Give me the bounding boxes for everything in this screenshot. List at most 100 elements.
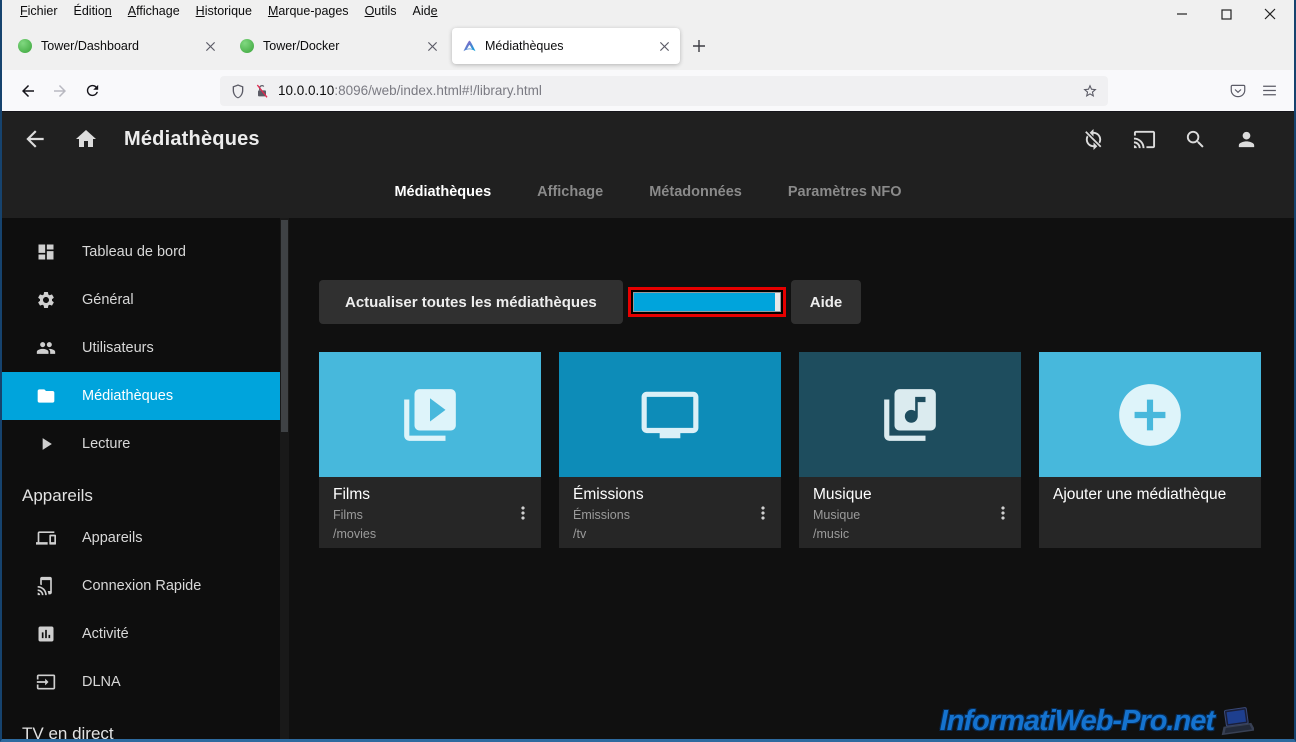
input-icon <box>36 672 58 692</box>
sidebar-item-connexion-rapide[interactable]: Connexion Rapide <box>2 562 280 610</box>
annotation-highlight-box <box>628 287 786 317</box>
minimize-button[interactable] <box>1160 0 1204 28</box>
bookmark-star-icon[interactable] <box>1082 83 1098 99</box>
url-bar[interactable]: 10.0.0.10:8096/web/index.html#!/library.… <box>220 76 1108 106</box>
watermark-text: InformatiWeb-Pro.net <box>940 705 1214 738</box>
card-subtitle: Émissions <box>573 506 767 525</box>
reload-button[interactable] <box>76 76 108 106</box>
menu-marque-pages[interactable]: Marque-pages <box>260 2 357 20</box>
sidebar-item-utilisateurs[interactable]: Utilisateurs <box>2 324 280 372</box>
maximize-button[interactable] <box>1204 0 1248 28</box>
card-image[interactable] <box>1039 352 1261 477</box>
search-button[interactable] <box>1184 128 1207 151</box>
card-footer: Ajouter une médiathèque <box>1039 477 1261 548</box>
menu-affichage[interactable]: Affichage <box>120 2 188 20</box>
menu-fichier[interactable]: Fichier <box>12 2 66 20</box>
gear-icon <box>36 290 58 310</box>
menu-historique[interactable]: Historique <box>188 2 260 20</box>
shield-icon[interactable] <box>230 83 246 99</box>
card-menu-button[interactable] <box>993 503 1013 523</box>
insecure-lock-icon[interactable] <box>254 83 270 99</box>
appbar-actions <box>1082 128 1274 151</box>
card-menu-button[interactable] <box>513 503 533 523</box>
sidebar-item-tableau-de-bord[interactable]: Tableau de bord <box>2 228 280 276</box>
card-image[interactable] <box>799 352 1021 477</box>
tab-mediatheques[interactable]: Médiathèques <box>452 28 680 64</box>
devices-icon <box>36 528 58 548</box>
close-window-button[interactable] <box>1248 0 1292 28</box>
refresh-all-libraries-button[interactable]: Actualiser toutes les médiathèques <box>319 280 623 324</box>
tab-affichage[interactable]: Affichage <box>537 184 603 200</box>
page-title: Médiathèques <box>124 128 260 151</box>
card-image[interactable] <box>319 352 541 477</box>
sidebar-item-lecture[interactable]: Lecture <box>2 420 280 468</box>
dashboard-icon <box>36 242 58 262</box>
users-icon <box>36 338 58 358</box>
browser-window: Fichier Édition Affichage Historique Mar… <box>0 0 1296 742</box>
sync-disabled-icon <box>1082 128 1105 151</box>
tv-icon <box>639 384 701 446</box>
syncplay-button[interactable] <box>1082 128 1105 151</box>
tab-close-button[interactable] <box>427 41 438 52</box>
menu-outils[interactable]: Outils <box>357 2 405 20</box>
back-icon <box>19 82 37 100</box>
tab-close-button[interactable] <box>659 41 670 52</box>
video-library-icon <box>399 384 461 446</box>
green-dot-favicon <box>18 39 32 53</box>
sidebar-item-label: Activité <box>82 626 129 642</box>
library-card-musique[interactable]: Musique Musique /music <box>799 352 1021 548</box>
sidebar-item-activite[interactable]: Activité <box>2 610 280 658</box>
actions-row: Actualiser toutes les médiathèques Aide <box>319 280 1294 324</box>
tab-parametres-nfo[interactable]: Paramètres NFO <box>788 184 902 200</box>
green-dot-favicon <box>240 39 254 53</box>
add-library-card[interactable]: Ajouter une médiathèque <box>1039 352 1261 548</box>
tab-metadonnees[interactable]: Métadonnées <box>649 184 742 200</box>
sidebar-item-general[interactable]: Général <box>2 276 280 324</box>
tab-close-button[interactable] <box>205 41 216 52</box>
user-menu-button[interactable] <box>1235 128 1258 151</box>
tab-tower-docker[interactable]: Tower/Docker <box>230 28 448 64</box>
new-tab-button[interactable] <box>684 31 714 61</box>
back-button[interactable] <box>12 76 44 106</box>
sidebar-item-label: Médiathèques <box>82 388 173 404</box>
url-host: 10.0.0.10 <box>278 83 334 98</box>
help-button[interactable]: Aide <box>791 280 862 324</box>
menu-edition[interactable]: Édition <box>66 2 120 20</box>
tab-mediatheques-section[interactable]: Médiathèques <box>394 184 491 200</box>
sidebar-section-appareils: Appareils <box>2 468 289 514</box>
sidebar-item-appareils[interactable]: Appareils <box>2 514 280 562</box>
sidebar-scrollbar[interactable] <box>280 218 289 739</box>
card-title: Musique <box>813 486 1007 504</box>
cast-button[interactable] <box>1133 128 1156 151</box>
card-path: /tv <box>573 525 767 544</box>
pocket-icon[interactable] <box>1229 82 1247 100</box>
window-controls <box>1160 0 1292 28</box>
sidebar-item-label: Appareils <box>82 530 142 546</box>
close-icon <box>1264 8 1276 20</box>
menu-aide[interactable]: Aide <box>405 2 446 20</box>
forward-icon <box>51 82 69 100</box>
library-card-emissions[interactable]: Émissions Émissions /tv <box>559 352 781 548</box>
home-button[interactable] <box>74 127 98 151</box>
library-card-films[interactable]: Films Films /movies <box>319 352 541 548</box>
activity-chart-icon <box>36 624 58 644</box>
navbar-right <box>1229 82 1284 100</box>
arrow-back-icon <box>22 126 48 152</box>
watermark: InformatiWeb-Pro.net <box>940 705 1254 738</box>
sidebar-section-tv-en-direct: TV en direct <box>2 706 289 742</box>
sidebar-item-dlna[interactable]: DLNA <box>2 658 280 706</box>
more-vert-icon <box>993 503 1013 523</box>
card-image[interactable] <box>559 352 781 477</box>
sidebar-item-mediatheques[interactable]: Médiathèques <box>2 372 280 420</box>
hamburger-menu-icon[interactable] <box>1261 82 1278 99</box>
quick-connect-icon <box>36 576 58 596</box>
tab-tower-dashboard[interactable]: Tower/Dashboard <box>8 28 226 64</box>
scrollbar-thumb[interactable] <box>281 220 288 432</box>
play-icon <box>36 434 58 454</box>
forward-button <box>44 76 76 106</box>
app-back-button[interactable] <box>22 126 48 152</box>
tab-title: Tower/Docker <box>263 39 421 53</box>
card-menu-button[interactable] <box>753 503 773 523</box>
card-subtitle: Musique <box>813 506 1007 525</box>
music-library-icon <box>879 384 941 446</box>
